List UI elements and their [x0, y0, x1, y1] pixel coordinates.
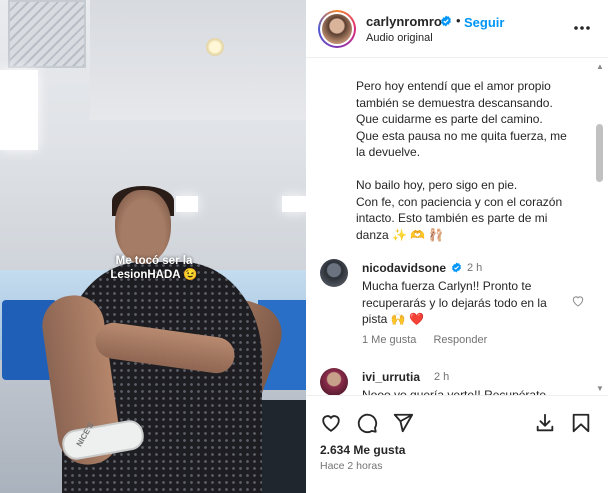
ceiling-vent	[8, 0, 86, 68]
post-header: carlynromro • Seguir Audio original	[306, 0, 608, 58]
comment-line: Mucha fuerza Carlyn!! Pronto te	[362, 279, 532, 293]
share-icon[interactable]	[392, 412, 414, 434]
post-actions: 2.634 Me gusta Hace 2 horas	[306, 395, 608, 493]
download-icon[interactable]	[534, 412, 556, 434]
caption-line: Con fe, con paciencia y con el corazón	[356, 194, 563, 209]
comment-likes[interactable]: 1 Me gusta	[362, 334, 416, 346]
comment-time[interactable]: 2 h	[467, 262, 482, 274]
comments-scroll-area[interactable]: Pero hoy entendí que el amor propio tamb…	[306, 59, 608, 395]
caption-line: Pero hoy entendí que el amor propio	[356, 79, 551, 93]
comment-line: Nooo yo quería verte!! Recupérate	[362, 388, 547, 395]
ceiling-light-small-2	[282, 196, 306, 212]
more-icon[interactable]	[572, 20, 592, 36]
comment-username[interactable]: nicodavidsone	[362, 261, 446, 275]
comment-text: Nooo yo quería verte!! Recupérate	[362, 387, 562, 395]
scrollbar-thumb[interactable]	[596, 124, 603, 182]
verified-icon	[451, 262, 462, 273]
comment-time[interactable]: 2 h	[434, 371, 449, 383]
scroll-up-arrow[interactable]: ▲	[596, 62, 604, 71]
username-link[interactable]: carlynromro	[366, 14, 442, 29]
separator-dot: •	[456, 13, 461, 28]
caption-line: intacto. Esto también es parte de mi	[356, 211, 548, 225]
photo-overlay-text: Me tocó ser la LesionHADA 😉	[110, 255, 198, 281]
comment-meta: 1 Me gusta Responder	[362, 334, 501, 346]
avatar-image	[322, 14, 352, 44]
comment-item: ivi_urrutia 2 h Nooo yo quería verte!! R…	[320, 368, 594, 395]
comment-line: pista 🙌 ❤️	[362, 312, 424, 326]
ceiling-light-panel	[0, 70, 38, 150]
audio-label[interactable]: Audio original	[366, 32, 433, 44]
caption-line: Que cuidarme es parte del camino.	[356, 112, 543, 126]
heart-icon[interactable]	[571, 294, 585, 308]
caption-line: la devuelve.	[356, 145, 421, 159]
post-sidebar: carlynromro • Seguir Audio original Pero…	[306, 0, 608, 493]
heart-icon[interactable]	[320, 412, 342, 434]
post-time[interactable]: Hace 2 horas	[320, 460, 382, 472]
comment-text: Mucha fuerza Carlyn!! Pronto te recupera…	[362, 278, 562, 328]
post-photo[interactable]: NICE'S Me tocó ser la LesionHADA 😉	[0, 0, 306, 493]
ceiling	[90, 0, 306, 120]
verified-icon	[441, 15, 451, 27]
avatar[interactable]	[318, 10, 356, 48]
comment-username[interactable]: ivi_urrutia	[362, 370, 420, 384]
comment-icon[interactable]	[356, 412, 378, 434]
follow-button[interactable]: Seguir	[464, 15, 504, 30]
comment-avatar[interactable]	[320, 259, 348, 287]
comment-item: nicodavidsone 2 h Mucha fuerza Carlyn!! …	[320, 259, 594, 359]
comment-line: recuperarás y lo dejarás todo en la	[362, 295, 547, 310]
scroll-down-arrow[interactable]: ▼	[596, 384, 604, 393]
likes-count[interactable]: 2.634 Me gusta	[320, 443, 405, 457]
ceiling-light-small	[176, 196, 198, 212]
save-icon[interactable]	[570, 412, 592, 434]
person-head	[115, 190, 171, 264]
caption-line: Que esta pausa no me quita fuerza, me	[356, 128, 567, 143]
post-caption: Pero hoy entendí que el amor propio tamb…	[356, 78, 588, 243]
scrollbar[interactable]	[594, 62, 604, 394]
comment-avatar[interactable]	[320, 368, 348, 395]
ceiling-light	[206, 38, 224, 56]
caption-line: No bailo hoy, pero sigo en pie.	[356, 178, 518, 192]
reply-button[interactable]: Responder	[433, 334, 487, 346]
caption-line: danza ✨ 🫶 🩰	[356, 227, 444, 242]
caption-line: también se demuestra descansando.	[356, 95, 553, 110]
